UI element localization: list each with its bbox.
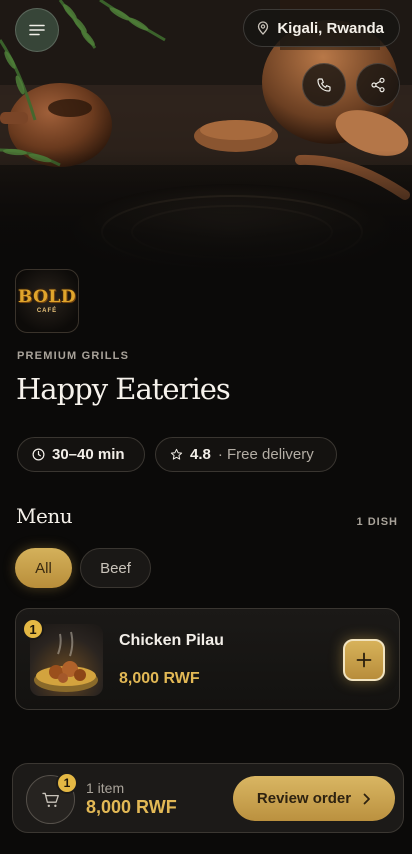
hamburger-icon bbox=[29, 24, 45, 36]
logo-subtext: CAFÉ bbox=[36, 307, 58, 314]
cart-count-badge: 1 bbox=[56, 772, 78, 794]
share-icon bbox=[371, 77, 385, 93]
hero-fade bbox=[0, 150, 412, 270]
restaurant-name: Happy Eateries bbox=[16, 372, 231, 406]
share-button[interactable] bbox=[356, 63, 400, 107]
phone-icon bbox=[317, 78, 331, 92]
call-button[interactable] bbox=[302, 63, 346, 107]
review-order-label: Review order bbox=[256, 790, 352, 807]
dish-name: Chicken Pilau bbox=[119, 632, 224, 649]
delivery-time-chip: 30–40 min bbox=[17, 437, 145, 472]
cart-icon bbox=[41, 792, 59, 807]
restaurant-logo: BOLD CAFÉ bbox=[15, 269, 79, 333]
dish-price: 8,000 RWF bbox=[119, 670, 200, 687]
chevron-right-icon bbox=[363, 793, 371, 804]
delivery-time: 30–40 min bbox=[52, 446, 125, 463]
cart-item-count: 1 item bbox=[86, 780, 125, 796]
restaurant-category: PREMIUM GRILLS bbox=[17, 350, 130, 362]
location-pin-icon bbox=[258, 21, 269, 35]
location-selector[interactable]: Kigali, Rwanda bbox=[243, 9, 400, 47]
rating-chip: 4.8 · Free delivery bbox=[155, 437, 337, 472]
plus-icon bbox=[356, 652, 372, 668]
delivery-note: · Free delivery bbox=[217, 446, 314, 463]
location-label: Kigali, Rwanda bbox=[277, 19, 384, 37]
menu-button[interactable] bbox=[15, 8, 59, 52]
dish-quantity-badge: 1 bbox=[22, 618, 44, 640]
dish-card[interactable]: 1 Chicken Pilau 8,000 RWF bbox=[15, 608, 400, 710]
cart-total: 8,000 RWF bbox=[86, 797, 177, 817]
rating-value: 4.8 bbox=[190, 446, 211, 463]
menu-heading: Menu bbox=[16, 504, 73, 528]
logo-text: BOLD bbox=[17, 286, 77, 307]
filter-beef[interactable]: Beef bbox=[80, 548, 151, 588]
add-to-cart-button[interactable] bbox=[343, 639, 385, 681]
cart-bar: 1 1 item 8,000 RWF Review order bbox=[12, 763, 404, 833]
review-order-button[interactable]: Review order bbox=[233, 776, 395, 821]
star-icon bbox=[170, 448, 183, 460]
dish-count: 1 DISH bbox=[356, 516, 398, 528]
clock-icon bbox=[32, 448, 45, 461]
filter-all[interactable]: All bbox=[15, 548, 72, 588]
